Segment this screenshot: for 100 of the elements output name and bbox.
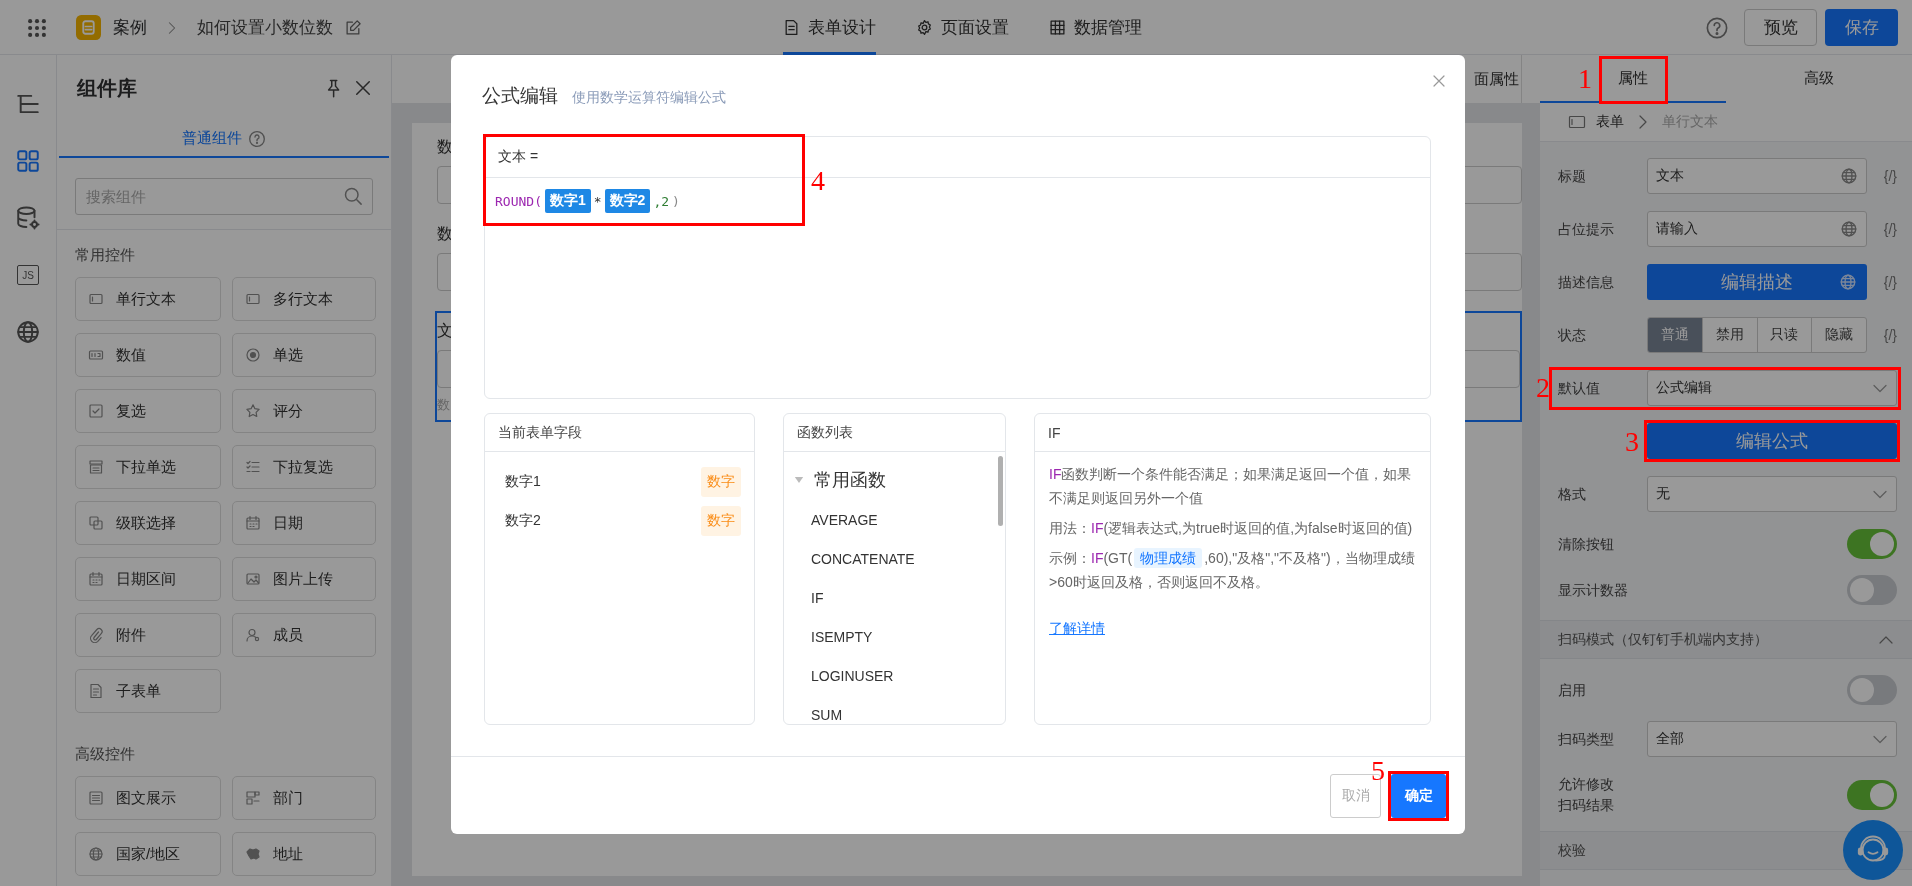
component-item[interactable]: 地址 [232, 832, 376, 876]
section-title: 校验 [1558, 841, 1586, 860]
panel-title: 组件库 [77, 75, 138, 101]
panel-title: 函数列表 [784, 414, 1005, 452]
checklist-icon [245, 459, 261, 475]
field-label: 启用 [1558, 680, 1587, 700]
tab[interactable]: 面属性 [1472, 55, 1522, 103]
segment-button[interactable]: 只读 [1756, 318, 1812, 352]
toggle-switch[interactable] [1847, 575, 1897, 605]
function-item[interactable]: ISEMPTY [811, 617, 1005, 656]
function-item[interactable]: CONCATENATE [811, 539, 1005, 578]
component-item[interactable]: 附件 [75, 613, 221, 657]
callout-number: 3 [1625, 428, 1639, 456]
grid-icon[interactable] [15, 148, 41, 174]
select-value: 全部 [1656, 730, 1685, 748]
search-icon [343, 186, 363, 206]
field-label: 数 [437, 137, 453, 157]
breadcrumb-item[interactable]: 表单 [1596, 113, 1624, 131]
globe-icon[interactable] [1840, 167, 1858, 185]
component-item[interactable]: 日期 [232, 501, 376, 545]
component-item[interactable]: 数值 [75, 333, 221, 377]
component-item[interactable]: 复选 [75, 389, 221, 433]
select-field[interactable]: 全部 [1647, 721, 1897, 757]
table-icon [1048, 19, 1066, 36]
expression-toggle[interactable]: {/} [1867, 168, 1897, 184]
function-item[interactable]: LOGINUSER [811, 656, 1005, 695]
page-title: 如何设置小数位数 [197, 17, 333, 39]
nav-tab[interactable]: 数据管理 [1048, 0, 1142, 55]
field-label: 数 [437, 224, 453, 244]
formula-argument: ,2 [653, 193, 670, 209]
section-header[interactable]: 扫码模式（仅钉钉手机端内支持） [1540, 620, 1912, 659]
help-icon [248, 129, 266, 148]
segment-button[interactable]: 禁用 [1701, 318, 1757, 352]
component-item[interactable]: 日期区间 [75, 557, 221, 601]
component-item[interactable]: 评分 [232, 389, 376, 433]
toggle-switch[interactable] [1847, 529, 1897, 559]
help-icon[interactable] [1706, 16, 1728, 39]
component-item[interactable]: 单选 [232, 333, 376, 377]
field-label: 描述信息 [1558, 272, 1615, 292]
field-value: 文本 [1656, 167, 1685, 185]
edit-icon[interactable] [345, 19, 362, 36]
function-item[interactable]: SUM [811, 695, 1005, 724]
expression-toggle[interactable]: {/} [1867, 327, 1897, 343]
scrollbar[interactable] [998, 456, 1003, 526]
toggle-switch[interactable] [1847, 780, 1897, 810]
tab[interactable]: 高级 [1726, 55, 1912, 103]
caret-icon[interactable] [794, 476, 804, 484]
input-field[interactable]: 请输入 [1647, 211, 1867, 247]
component-item[interactable]: 单行文本 [75, 277, 221, 321]
function-item[interactable]: IF [811, 578, 1005, 617]
select-field[interactable]: 无 [1647, 476, 1897, 512]
toggle-switch[interactable] [1847, 675, 1897, 705]
app-name[interactable]: 案例 [113, 16, 147, 39]
close-icon[interactable] [353, 78, 373, 98]
expression-toggle[interactable]: {/} [1867, 221, 1897, 237]
component-item[interactable]: 图片上传 [232, 557, 376, 601]
component-item[interactable]: 级联选择 [75, 501, 221, 545]
tab[interactable]: 普通组件 [59, 121, 389, 158]
learn-more-link[interactable]: 了解详情 [1049, 620, 1105, 638]
close-icon[interactable] [1431, 73, 1447, 89]
component-item[interactable]: 图文展示 [75, 776, 221, 820]
input-field[interactable]: 文本 [1647, 158, 1867, 194]
component-item[interactable]: 下拉单选 [75, 445, 221, 489]
number-field-icon [88, 347, 104, 363]
function-item[interactable]: AVERAGE [811, 500, 1005, 539]
component-item[interactable]: 下拉复选 [232, 445, 376, 489]
type-tag: 数字 [701, 466, 741, 497]
component-item[interactable]: 国家/地区 [75, 832, 221, 876]
component-item[interactable]: 成员 [232, 613, 376, 657]
save-button[interactable]: 保存 [1825, 9, 1898, 46]
edit-formula-button[interactable]: 编辑公式 [1647, 423, 1897, 459]
field-chip: 数字1 [544, 189, 591, 213]
text-lines-icon [88, 790, 104, 806]
segment-button[interactable]: 隐藏 [1811, 318, 1866, 352]
panel-title: IF [1035, 414, 1430, 452]
section-title: 扫码模式（仅钉钉手机端内支持） [1558, 630, 1768, 649]
field-value: 请输入 [1656, 220, 1699, 238]
group-title: 常用控件 [75, 246, 136, 265]
field-name[interactable]: 数字2 [505, 511, 541, 530]
globe-icon[interactable] [15, 319, 41, 345]
globe-icon [88, 846, 104, 862]
field-label: 扫码结果 [1558, 796, 1614, 815]
function-group[interactable]: 常用函数 [814, 468, 886, 492]
cascade-icon [88, 515, 104, 531]
expression-toggle[interactable]: {/} [1867, 274, 1897, 290]
edit-description-button[interactable]: 编辑描述 [1647, 264, 1867, 300]
field-name[interactable]: 数字1 [505, 472, 541, 491]
script-button[interactable]: JS [17, 265, 39, 285]
apps-icon[interactable] [26, 16, 48, 39]
component-item[interactable]: 多行文本 [232, 277, 376, 321]
preview-button[interactable]: 预览 [1744, 9, 1817, 46]
component-item[interactable]: 部门 [232, 776, 376, 820]
confirm-button[interactable]: 确定 [1391, 773, 1446, 818]
dropdown-icon [88, 459, 104, 475]
database-icon[interactable] [15, 205, 41, 231]
globe-icon[interactable] [1840, 220, 1858, 238]
component-item[interactable]: 子表单 [75, 669, 221, 713]
select-field[interactable]: 公式编辑 [1647, 370, 1897, 406]
nav-tab[interactable]: 页面设置 [915, 0, 1009, 55]
map-icon [245, 846, 261, 862]
